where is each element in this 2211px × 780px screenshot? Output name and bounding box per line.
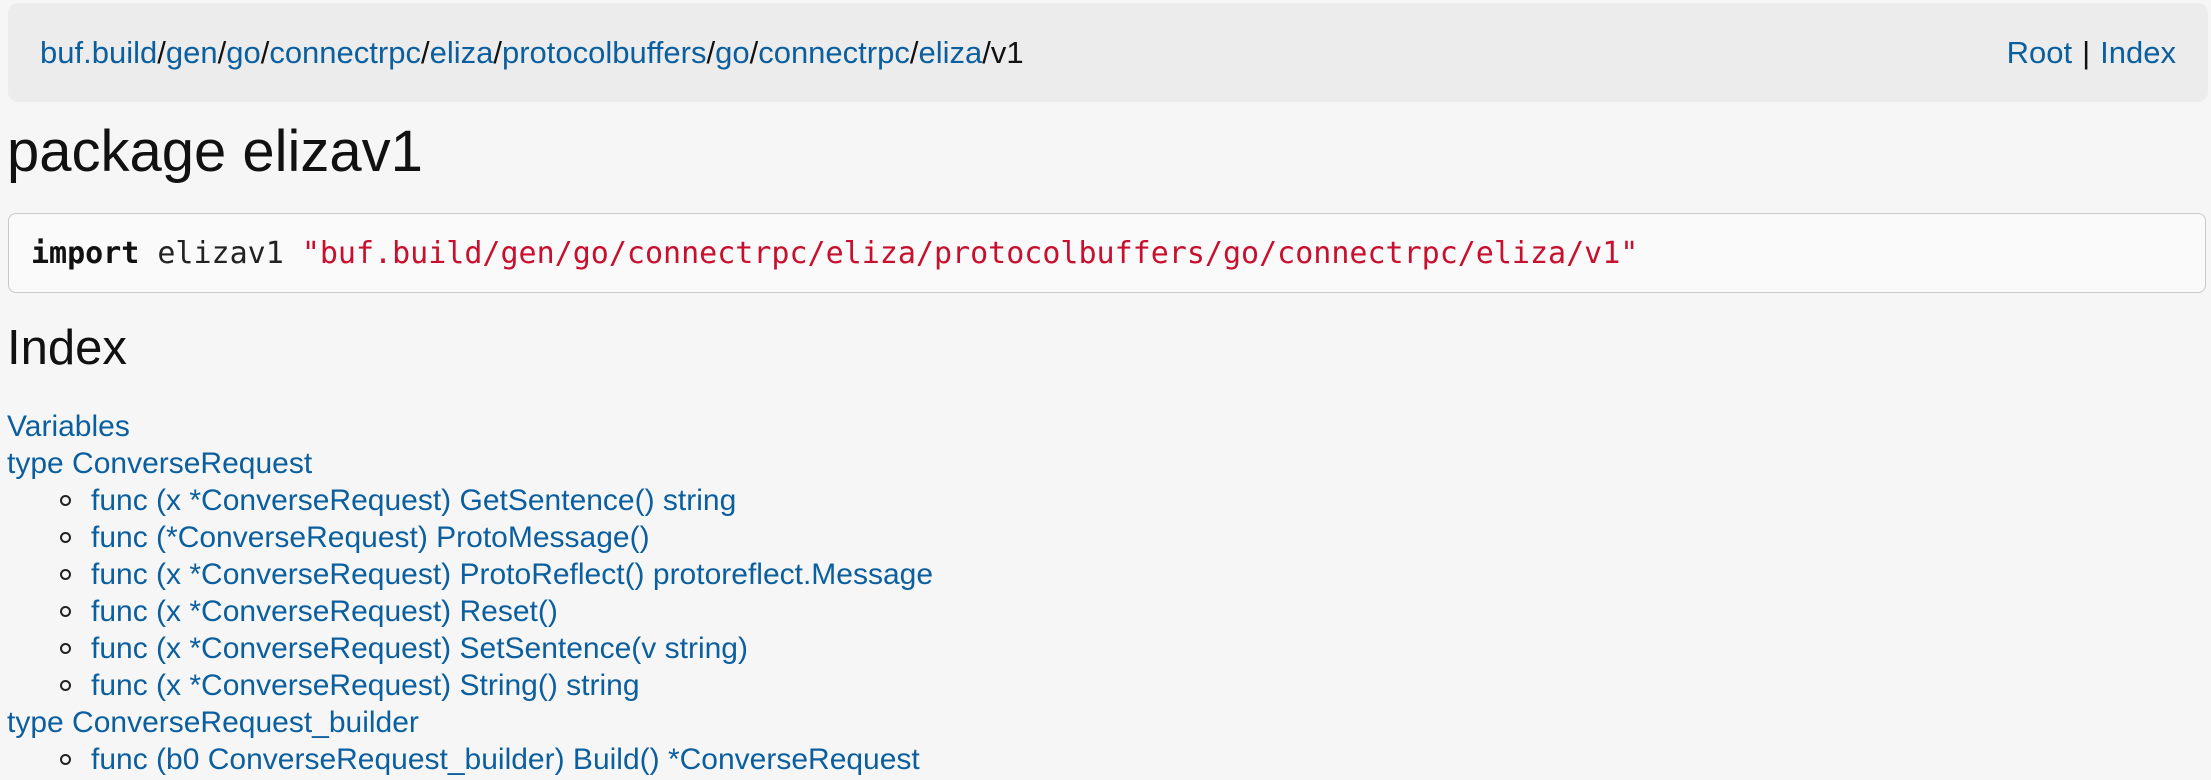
breadcrumb-link-gen[interactable]: gen [166, 35, 218, 71]
circle-bullet-icon [60, 606, 71, 617]
import-alias: elizav1 [157, 235, 284, 271]
import-keyword: import [31, 235, 140, 271]
breadcrumb-separator: / [493, 34, 502, 70]
type-link-converserequest[interactable]: type ConverseRequest [7, 445, 312, 482]
circle-bullet-icon [60, 680, 71, 691]
top-navigation-bar: buf.build / gen / go / connectrpc / eliza / p… [8, 3, 2208, 102]
list-item: func (x *ConverseRequest) GetSentence() … [7, 482, 2197, 519]
breadcrumb-link-connectrpc-2[interactable]: connectrpc [758, 35, 910, 71]
method-link-protomessage[interactable]: func (*ConverseRequest) ProtoMessage() [91, 519, 650, 556]
method-link-string[interactable]: func (x *ConverseRequest) String() strin… [91, 667, 640, 704]
root-link[interactable]: Root [2007, 35, 2072, 71]
list-item: func (*ConverseRequest) ProtoMessage() [7, 519, 2197, 556]
list-item: func (x *ConverseRequest) SetSentence(v … [7, 630, 2197, 667]
list-item: func (x *ConverseRequest) Reset() [7, 593, 2197, 630]
list-item: Variables [7, 408, 2197, 445]
type-link-converserequest-builder[interactable]: type ConverseRequest_builder [7, 704, 419, 741]
circle-bullet-icon [60, 643, 71, 654]
breadcrumb-separator: / [217, 34, 227, 70]
circle-bullet-icon [60, 569, 71, 580]
list-item: type ConverseRequest_builder [7, 704, 2197, 741]
list-item: type ConverseRequest [7, 445, 2197, 482]
circle-bullet-icon [60, 532, 71, 543]
breadcrumb-link-go-2[interactable]: go [715, 35, 749, 71]
breadcrumb: buf.build / gen / go / connectrpc / eliza / p… [40, 35, 1024, 71]
nav-divider: | [2082, 34, 2091, 70]
variables-link[interactable]: Variables [7, 408, 130, 445]
breadcrumb-separator: / [706, 34, 716, 70]
import-path: "buf.build/gen/go/connectrpc/eliza/proto… [301, 235, 1639, 271]
breadcrumb-link-eliza-2[interactable]: eliza [918, 35, 982, 71]
circle-bullet-icon [60, 754, 71, 765]
list-item: func (x *ConverseRequest) ProtoReflect()… [7, 556, 2197, 593]
breadcrumb-separator: / [420, 34, 430, 70]
index-link[interactable]: Index [2100, 35, 2176, 71]
page-title: package elizav1 [7, 119, 423, 184]
method-link-reset[interactable]: func (x *ConverseRequest) Reset() [91, 593, 558, 630]
import-code-block: import elizav1 "buf.build/gen/go/connect… [8, 213, 2206, 293]
breadcrumb-separator: / [909, 34, 919, 70]
breadcrumb-current: v1 [990, 34, 1024, 70]
breadcrumb-link-protocolbuffers[interactable]: protocolbuffers [502, 35, 707, 71]
circle-bullet-icon [60, 495, 71, 506]
breadcrumb-link-go[interactable]: go [226, 35, 260, 71]
index-list: Variables type ConverseRequest func (x *… [7, 408, 2197, 778]
method-link-protoreflect[interactable]: func (x *ConverseRequest) ProtoReflect()… [91, 556, 933, 593]
method-link-setsentence[interactable]: func (x *ConverseRequest) SetSentence(v … [91, 630, 748, 667]
breadcrumb-link-eliza[interactable]: eliza [430, 35, 494, 71]
index-heading: Index [7, 321, 127, 375]
method-link-build[interactable]: func (b0 ConverseRequest_builder) Build(… [91, 741, 920, 778]
top-nav-links: Root | Index [2007, 35, 2176, 71]
breadcrumb-link-buf-build[interactable]: buf.build [40, 35, 157, 71]
method-link-getsentence[interactable]: func (x *ConverseRequest) GetSentence() … [91, 482, 736, 519]
list-item: func (x *ConverseRequest) String() strin… [7, 667, 2197, 704]
breadcrumb-separator: / [749, 34, 759, 70]
breadcrumb-separator: / [260, 34, 270, 70]
breadcrumb-link-connectrpc[interactable]: connectrpc [269, 35, 421, 71]
breadcrumb-separator: / [157, 34, 166, 70]
breadcrumb-separator: / [982, 34, 991, 70]
list-item: func (b0 ConverseRequest_builder) Build(… [7, 741, 2197, 778]
